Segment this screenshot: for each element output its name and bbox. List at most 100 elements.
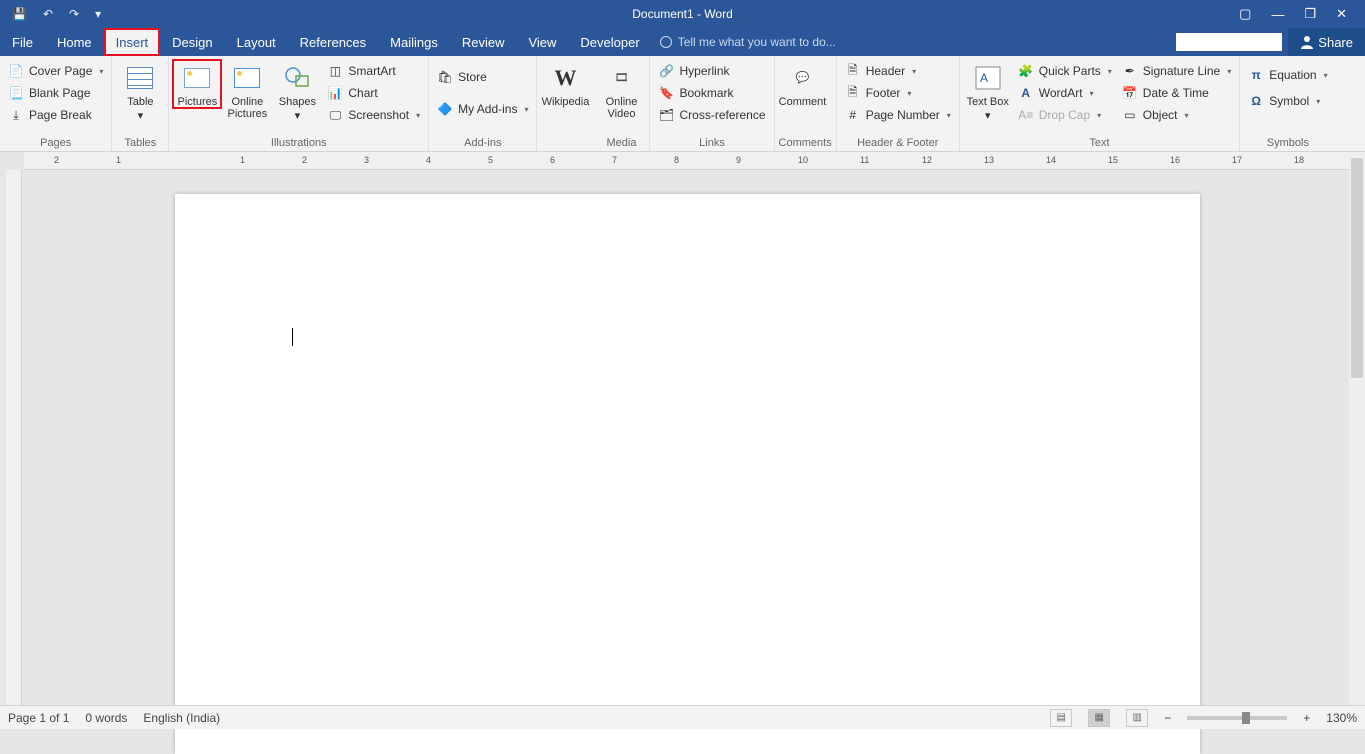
cover-page-icon: 📄 [8, 63, 24, 79]
window-controls: ▢ — ❐ ✕ [1239, 6, 1365, 22]
tab-insert[interactable]: Insert [104, 28, 161, 56]
tab-design[interactable]: Design [160, 28, 224, 56]
group-label: Header & Footer [841, 136, 955, 149]
blank-page-button[interactable]: 📃Blank Page [4, 82, 107, 104]
table-button[interactable]: Table▾ [116, 60, 164, 122]
tab-home[interactable]: Home [45, 28, 104, 56]
addins-icon: 🔷 [437, 101, 453, 117]
shapes-button[interactable]: Shapes▾ [273, 60, 321, 122]
drop-cap-button[interactable]: A≡Drop Cap▾ [1014, 104, 1116, 126]
redo-icon[interactable]: ↷ [69, 7, 79, 21]
view-print-layout-button[interactable]: ▦ [1088, 709, 1110, 727]
textbox-icon: A [972, 62, 1004, 94]
footer-icon: 🗎 [845, 85, 861, 101]
smartart-button[interactable]: ◫SmartArt [323, 60, 424, 82]
group-header-footer: 🗎Header▾ 🗎Footer▾ #Page Number▾ Header &… [837, 56, 960, 151]
ribbon-options-icon[interactable]: ▢ [1239, 6, 1251, 22]
document-page[interactable] [175, 194, 1200, 754]
undo-icon[interactable]: ↶ [43, 7, 53, 21]
tab-file[interactable]: File [0, 28, 45, 56]
page-number-button[interactable]: #Page Number▾ [841, 104, 955, 126]
ruler-tick: 2 [302, 155, 307, 165]
group-label: Add-ins [433, 136, 532, 149]
pictures-button[interactable]: Pictures [173, 60, 221, 108]
zoom-slider-knob[interactable] [1242, 712, 1250, 724]
object-button[interactable]: ▭Object▾ [1118, 104, 1235, 126]
maximize-icon[interactable]: ❐ [1304, 6, 1316, 22]
signature-icon: ✒ [1122, 63, 1138, 79]
group-wikipedia: W Wikipedia [537, 56, 593, 151]
horizontal-ruler[interactable]: 21123456789101112131415161718 [24, 152, 1365, 170]
group-label: Links [654, 136, 769, 149]
ruler-tick: 14 [1046, 155, 1056, 165]
view-web-layout-button[interactable]: ▥ [1126, 709, 1148, 727]
tab-layout[interactable]: Layout [225, 28, 288, 56]
quick-parts-button[interactable]: 🧩Quick Parts▾ [1014, 60, 1116, 82]
status-words[interactable]: 0 words [85, 711, 127, 725]
close-icon[interactable]: ✕ [1336, 6, 1347, 22]
ruler-tick: 7 [612, 155, 617, 165]
equation-button[interactable]: πEquation▾ [1244, 64, 1331, 86]
text-box-button[interactable]: A Text Box▾ [964, 60, 1012, 122]
zoom-in-button[interactable]: + [1303, 711, 1310, 725]
tab-developer[interactable]: Developer [568, 28, 651, 56]
wordart-button[interactable]: AWordArt▾ [1014, 82, 1116, 104]
search-box[interactable] [1176, 33, 1282, 51]
pagenumber-icon: # [845, 107, 861, 123]
zoom-slider[interactable] [1187, 716, 1287, 720]
table-icon [124, 62, 156, 94]
zoom-out-button[interactable]: − [1164, 711, 1171, 725]
ruler-tick: 12 [922, 155, 932, 165]
screenshot-button[interactable]: 🖵Screenshot▾ [323, 104, 424, 126]
tab-review[interactable]: Review [450, 28, 517, 56]
online-video-button[interactable]: 🎞 Online Video [597, 60, 645, 120]
ruler-tick: 10 [798, 155, 808, 165]
dropcap-icon: A≡ [1018, 107, 1034, 123]
vertical-scrollbar[interactable] [1349, 152, 1365, 705]
quickparts-icon: 🧩 [1018, 63, 1034, 79]
bookmark-button[interactable]: 🔖Bookmark [654, 82, 769, 104]
footer-button[interactable]: 🗎Footer▾ [841, 82, 955, 104]
hyperlink-button[interactable]: 🔗Hyperlink [654, 60, 769, 82]
share-button[interactable]: Share [1288, 28, 1365, 56]
symbol-button[interactable]: ΩSymbol▾ [1244, 90, 1331, 112]
cross-reference-button[interactable]: 🗂Cross-reference [654, 104, 769, 126]
date-time-button[interactable]: 📅Date & Time [1118, 82, 1235, 104]
comment-button[interactable]: 💬 Comment [779, 60, 827, 108]
scrollbar-thumb[interactable] [1351, 158, 1363, 378]
title-bar: 💾 ↶ ↷ ▾ Document1 - Word ▢ — ❐ ✕ [0, 0, 1365, 28]
zoom-percent[interactable]: 130% [1326, 711, 1357, 725]
group-text: A Text Box▾ 🧩Quick Parts▾ AWordArt▾ A≡Dr… [960, 56, 1240, 151]
tab-view[interactable]: View [516, 28, 568, 56]
lightbulb-icon [660, 36, 672, 48]
document-workspace: 21123456789101112131415161718 [0, 152, 1365, 705]
save-icon[interactable]: 💾 [12, 7, 27, 21]
vertical-ruler[interactable] [6, 170, 22, 705]
wikipedia-button[interactable]: W Wikipedia [541, 60, 589, 108]
crossref-icon: 🗂 [658, 107, 674, 123]
ribbon-tabs: File Home Insert Design Layout Reference… [0, 28, 1365, 56]
my-addins-button[interactable]: 🔷My Add-ins▾ [433, 98, 532, 120]
header-button[interactable]: 🗎Header▾ [841, 60, 955, 82]
chart-button[interactable]: 📊Chart [323, 82, 424, 104]
equation-icon: π [1248, 67, 1264, 83]
cover-page-button[interactable]: 📄Cover Page▾ [4, 60, 107, 82]
tab-mailings[interactable]: Mailings [378, 28, 450, 56]
signature-line-button[interactable]: ✒Signature Line▾ [1118, 60, 1235, 82]
minimize-icon[interactable]: — [1271, 7, 1284, 22]
tell-me-search[interactable]: Tell me what you want to do... [660, 28, 836, 56]
ruler-tick: 6 [550, 155, 555, 165]
document-title: Document1 - Word [632, 7, 732, 21]
page-break-button[interactable]: ⤓Page Break [4, 104, 107, 126]
ribbon: 📄Cover Page▾ 📃Blank Page ⤓Page Break Pag… [0, 56, 1365, 152]
online-pictures-button[interactable]: Online Pictures [223, 60, 271, 120]
wikipedia-icon: W [549, 62, 581, 94]
view-read-mode-button[interactable]: ▤ [1050, 709, 1072, 727]
tab-references[interactable]: References [288, 28, 378, 56]
status-page[interactable]: Page 1 of 1 [8, 711, 69, 725]
qat-more-icon[interactable]: ▾ [95, 7, 101, 21]
store-button[interactable]: 🛍Store [433, 66, 532, 88]
group-addins: 🛍Store 🔷My Add-ins▾ Add-ins [429, 56, 537, 151]
status-language[interactable]: English (India) [143, 711, 220, 725]
tell-me-placeholder: Tell me what you want to do... [678, 35, 836, 49]
